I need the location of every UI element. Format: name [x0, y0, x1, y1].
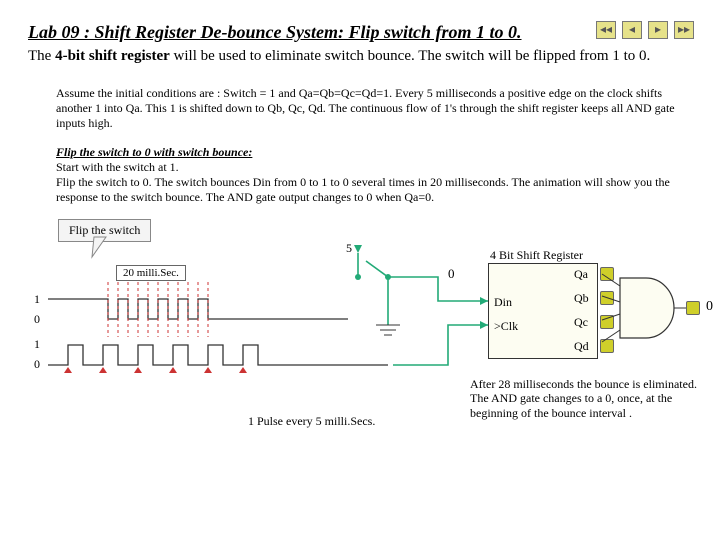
supply-switch-wire	[328, 239, 498, 349]
para-flip: Start with the switch at 1. Flip the swi…	[56, 160, 682, 205]
led-qd-icon	[600, 339, 614, 353]
intro-bold: 4-bit shift register	[55, 48, 170, 64]
title-main: Lab 09 : Shift Register De-bounce System…	[28, 22, 344, 42]
pin-qa: Qa	[574, 267, 588, 282]
pin-qd: Qd	[574, 339, 589, 354]
page-title: Lab 09 : Shift Register De-bounce System…	[28, 22, 692, 43]
and-output-value: 0	[706, 299, 713, 315]
intro-prefix: The	[28, 48, 55, 64]
callout-tail-icon	[88, 237, 118, 267]
led-and-out-icon	[686, 301, 700, 315]
nav-icons: ◂◂ ◂ ▸ ▸▸	[594, 20, 694, 39]
pin-clk: >Clk	[494, 319, 518, 334]
switch-level-0: 0	[34, 312, 40, 327]
tag-20ms: 20 milli.Sec.	[116, 265, 186, 281]
title-sub: Flip switch from 1 to 0.	[344, 22, 522, 42]
clock-level-0: 0	[34, 357, 40, 372]
pin-qc: Qc	[574, 315, 588, 330]
footnote: After 28 milliseconds the bounce is elim…	[470, 377, 700, 420]
nav-prev-icon[interactable]: ◂	[622, 21, 642, 39]
diagram: Flip the switch 20 milli.Sec. 5 v 0 1 0 …	[28, 219, 692, 469]
intro-text: The 4-bit shift register will be used to…	[28, 47, 692, 66]
intro-rest: will be used to eliminate switch bounce.…	[170, 48, 650, 64]
nav-last-icon[interactable]: ▸▸	[674, 21, 694, 39]
pulse-label: 1 Pulse every 5 milli.Secs.	[248, 414, 375, 429]
body-paragraphs: Assume the initial conditions are : Swit…	[28, 86, 692, 205]
nav-next-icon[interactable]: ▸	[648, 21, 668, 39]
clock-level-1: 1	[34, 337, 40, 352]
and-gate-icon	[616, 274, 686, 344]
switch-level-1: 1	[34, 292, 40, 307]
nav-first-icon[interactable]: ◂◂	[596, 21, 616, 39]
pin-din: Din	[494, 295, 512, 310]
flip-heading: Flip the switch to 0 with switch bounce:	[56, 145, 682, 160]
para-initial: Assume the initial conditions are : Swit…	[56, 86, 682, 131]
shift-register-title: 4 Bit Shift Register	[490, 248, 583, 263]
pin-qb: Qb	[574, 291, 589, 306]
